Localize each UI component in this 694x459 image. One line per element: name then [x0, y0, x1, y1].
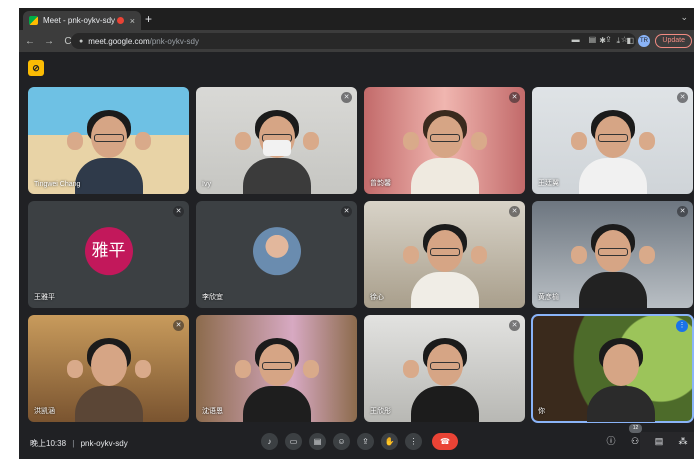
reader-icon[interactable]: ▤: [589, 35, 597, 44]
participant-tile[interactable]: ✕ Ivy: [196, 87, 357, 194]
participant-tile[interactable]: ✕ 洪凯涵: [28, 315, 189, 422]
participant-tile[interactable]: ✕ 王廷翼: [532, 87, 693, 194]
meeting-details: 晚上10:38 | pnk-oykv-sdy: [30, 438, 128, 449]
participant-name: 黄彦榆: [538, 294, 559, 301]
download-icon[interactable]: ⤓: [616, 36, 620, 46]
participant-name: 李欣宜: [202, 294, 223, 301]
url-text: meet.google.com/pnk-oykv-sdy: [88, 37, 199, 46]
participant-name: 曾韵馨: [370, 180, 391, 187]
participant-video: [234, 334, 319, 422]
update-button[interactable]: Update: [655, 34, 692, 48]
profile-avatar[interactable]: TR: [638, 35, 650, 47]
meeting-code: pnk-oykv-sdy: [80, 439, 128, 448]
people-icon[interactable]: 12 ⚇: [628, 424, 642, 449]
mic-off-icon: ✕: [173, 320, 184, 331]
mic-off-icon: ✕: [173, 206, 184, 217]
activities-icon[interactable]: ⁂: [676, 433, 690, 449]
participant-name: 你: [538, 408, 545, 415]
participant-video: [581, 334, 661, 422]
speaking-indicator-icon: ⋮: [676, 320, 688, 332]
forward-button[interactable]: →: [41, 36, 57, 47]
side-panel-icon[interactable]: ◧: [626, 36, 634, 45]
tab-close-icon[interactable]: ×: [130, 16, 135, 26]
participant-grid: Tingwei Chang ✕ Ivy ✕ 曾韵馨 ✕ 王廷翼 雅平 ✕ 王雅平…: [28, 87, 694, 423]
address-bar[interactable]: ● meet.google.com/pnk-oykv-sdy ▬ ▤ ⇪ ☆: [71, 33, 636, 49]
url-path: /pnk-oykv-sdy: [149, 36, 199, 46]
participant-video: [570, 106, 655, 194]
side-controls: ⓘ 12 ⚇ ▤ ⁂: [604, 424, 690, 449]
tab-search-icon[interactable]: ⌄: [680, 12, 688, 23]
participant-name: 徐心: [370, 294, 384, 301]
participant-video: [66, 334, 151, 422]
participant-name: Ivy: [202, 181, 211, 188]
participant-tile[interactable]: ✕ 李欣宜: [196, 201, 357, 308]
participant-name: Tingwei Chang: [34, 181, 81, 188]
meet-favicon-icon: [29, 16, 38, 25]
participant-tile[interactable]: ✕ 黄彦榆: [532, 201, 693, 308]
participant-video: [402, 106, 487, 194]
participant-video: [402, 334, 485, 422]
participant-name: 王廷翼: [538, 180, 559, 187]
participant-tile[interactable]: Tingwei Chang: [28, 87, 189, 194]
camera-in-use-icon[interactable]: ▬: [572, 35, 580, 44]
emoji-reaction-icon[interactable]: ☺: [333, 433, 350, 450]
divider: |: [72, 439, 75, 448]
participant-tile-self[interactable]: ⋮ 你: [531, 314, 694, 423]
mic-off-icon: ✕: [341, 206, 352, 217]
participant-name: 王欣彤: [370, 408, 391, 415]
present-screen-icon[interactable]: ⇪: [357, 433, 374, 450]
participant-name: 沈语恩: [202, 408, 223, 415]
mic-off-icon: ✕: [677, 206, 688, 217]
participant-avatar: 雅平: [84, 226, 133, 275]
people-count-badge: 12: [629, 424, 642, 433]
browser-toolbar: ← → C ● meet.google.com/pnk-oykv-sdy ▬ ▤…: [19, 30, 694, 52]
participant-tile[interactable]: ✕ 徐心: [364, 201, 525, 308]
camera-off-icon[interactable]: ⊘: [28, 60, 44, 76]
url-host: meet.google.com: [88, 36, 150, 46]
participant-avatar: [252, 226, 301, 275]
extensions-icon[interactable]: ✱: [599, 36, 606, 45]
browser-window: Meet - pnk-oykv-sdy × + ⌄ ← → C ● meet.g…: [19, 8, 694, 459]
participant-tile[interactable]: ✕ 曾韵馨: [364, 87, 525, 194]
clock-time: 晚上10:38: [30, 439, 67, 448]
camera-icon[interactable]: ▭: [285, 433, 302, 450]
meet-control-bar: 晚上10:38 | pnk-oykv-sdy ♪ ▭ ▤ ☺ ⇪ ✋ ⋮ ☎ ⓘ…: [19, 424, 694, 459]
recording-dot-icon: [116, 17, 124, 24]
participant-video: [570, 220, 655, 308]
tab-strip: Meet - pnk-oykv-sdy × + ⌄: [19, 8, 694, 30]
participant-video: [66, 106, 151, 194]
mic-off-icon: ✕: [509, 320, 520, 331]
chat-icon[interactable]: ▤: [652, 433, 666, 449]
participant-tile[interactable]: ✕ 王欣彤: [364, 315, 525, 422]
share-icon[interactable]: ⇪: [605, 35, 612, 44]
microphone-icon[interactable]: ♪: [261, 433, 278, 450]
leave-call-button[interactable]: ☎: [432, 433, 458, 450]
tab-meet[interactable]: Meet - pnk-oykv-sdy ×: [23, 11, 141, 30]
participant-video: [234, 106, 319, 194]
participant-tile[interactable]: 雅平 ✕ 王雅平: [28, 201, 189, 308]
mic-off-icon: ✕: [509, 92, 520, 103]
back-button[interactable]: ←: [22, 36, 38, 47]
tab-title: Meet - pnk-oykv-sdy: [43, 16, 116, 25]
participant-name: 王雅平: [34, 294, 55, 301]
captions-icon[interactable]: ▤: [309, 433, 326, 450]
participant-tile[interactable]: 沈语恩: [196, 315, 357, 422]
participant-video: [402, 220, 487, 308]
more-options-icon[interactable]: ⋮: [405, 433, 422, 450]
new-tab-button[interactable]: +: [145, 12, 152, 26]
call-controls: ♪ ▭ ▤ ☺ ⇪ ✋ ⋮ ☎: [261, 433, 458, 450]
mic-off-icon: ✕: [677, 92, 688, 103]
participant-name: 洪凯涵: [34, 408, 55, 415]
mic-off-icon: ✕: [341, 92, 352, 103]
site-info-icon[interactable]: ●: [79, 38, 83, 45]
mic-off-icon: ✕: [509, 206, 520, 217]
raise-hand-icon[interactable]: ✋: [381, 433, 398, 450]
meeting-info-icon[interactable]: ⓘ: [604, 433, 618, 449]
